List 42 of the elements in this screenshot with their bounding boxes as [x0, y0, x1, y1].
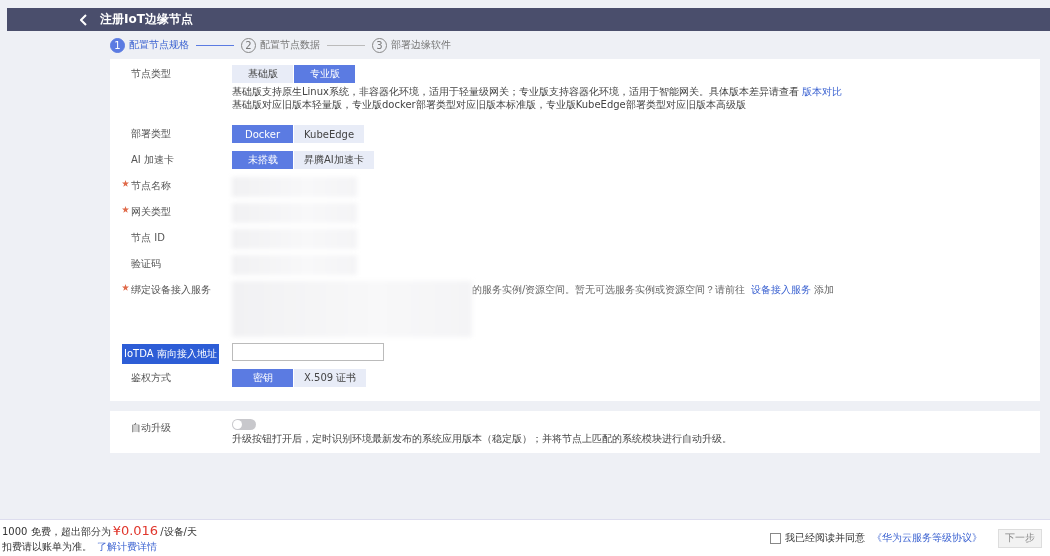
- segment-option[interactable]: 专业版: [294, 65, 355, 83]
- segment-option[interactable]: Docker: [232, 125, 293, 143]
- step-label: 部署边缘软件: [391, 38, 451, 52]
- step-label: 配置节点数据: [260, 38, 320, 52]
- field-label: 部署类型: [131, 127, 171, 141]
- field-label: 自动升级: [131, 421, 171, 435]
- price-unit: /设备/天: [160, 524, 197, 539]
- price-value: ¥0.016: [112, 522, 159, 538]
- billing-link[interactable]: 了解计费详情: [97, 539, 157, 554]
- field-label: 网关类型: [131, 205, 171, 219]
- segment-option[interactable]: 未搭载: [232, 151, 293, 169]
- compare-link[interactable]: 版本对比: [801, 86, 842, 97]
- price-text: 1000 免费，超出部分为: [2, 524, 111, 539]
- field-label: IoTDA 南向接入地址: [122, 344, 219, 364]
- segment-option[interactable]: 密钥: [232, 369, 293, 387]
- billing-note: 扣费请以账单为准。: [2, 539, 92, 554]
- segment-option[interactable]: X.509 证书: [294, 369, 367, 387]
- page-title: 注册IoT边缘节点: [100, 11, 193, 28]
- add-text: 添加: [814, 283, 835, 297]
- field-label: 绑定设备接入服务: [131, 283, 211, 297]
- address-field[interactable]: [232, 343, 384, 361]
- field-label: 验证码: [131, 257, 161, 271]
- toggle-switch[interactable]: [232, 419, 256, 430]
- agreement-link[interactable]: 《华为云服务等级协议》: [872, 531, 982, 545]
- hint-text: 的服务实例/资源空间。暂无可选服务实例或资源空间？请前往: [472, 283, 746, 297]
- agree-checkbox[interactable]: [770, 532, 781, 544]
- segment-option[interactable]: 昇腾AI加速卡: [294, 151, 374, 169]
- step-label: 配置节点规格: [129, 38, 189, 52]
- note-text: 基础版支持原生Linux系统，非容器化环境，适用于轻量级网关；专业版支持容器化环境，适用于智能网关。具体版本差异请查看: [232, 86, 799, 97]
- field-label: 节点名称: [131, 179, 171, 193]
- field-label: AI 加速卡: [131, 153, 174, 167]
- back-icon[interactable]: [80, 13, 88, 26]
- note-text: 基础版对应旧版本轻量版，专业版docker部署类型对应旧版本标准版，专业版KubeEdge部署类型对应旧版本高级版: [232, 99, 746, 110]
- note-text: 升级按钮打开后，定时识别环境最新发布的系统应用版本（稳定版）；并将节点上匹配的系统模块进行自动升级。: [232, 433, 732, 444]
- field-label: 节点类型: [131, 67, 171, 81]
- field-label: 鉴权方式: [131, 371, 171, 385]
- service-link[interactable]: 设备接入服务: [751, 283, 812, 297]
- segment-option[interactable]: KubeEdge: [294, 125, 365, 143]
- agree-text: 我已经阅读并同意: [785, 531, 865, 545]
- field-label: 节点 ID: [131, 231, 165, 245]
- step-number: 1: [110, 37, 125, 53]
- segment-option[interactable]: 基础版: [232, 65, 293, 83]
